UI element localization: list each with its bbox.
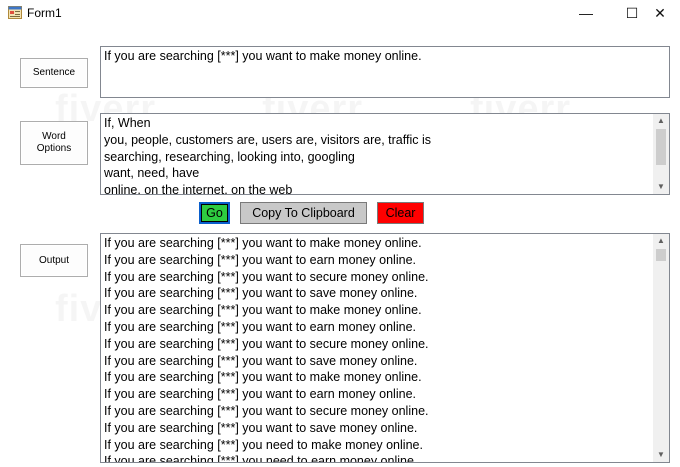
form-client-area: fiverr. fiverr. fiverr. fiverr. fiverr. … xyxy=(0,26,680,467)
go-button[interactable]: Go xyxy=(199,202,230,224)
word-option-line: searching, researching, looking into, go… xyxy=(104,149,355,164)
output-line: If you are searching [***] you want to s… xyxy=(104,353,418,368)
output-line: If you are searching [***] you want to e… xyxy=(104,252,416,267)
window-title: Form1 xyxy=(27,6,62,20)
word-options-label: Word Options xyxy=(36,131,72,154)
word-options-scrollbar[interactable]: ▲ ▼ xyxy=(653,114,669,194)
output-line: If you are searching [***] you want to e… xyxy=(104,319,416,334)
output-line: If you are searching [***] you want to s… xyxy=(104,269,429,284)
output-line: If you are searching [***] you need to m… xyxy=(104,437,423,452)
output-list: If you are searching [***] you want to m… xyxy=(101,234,669,463)
sentence-button[interactable]: Sentence xyxy=(20,58,88,88)
output-line: If you are searching [***] you want to s… xyxy=(104,286,418,301)
output-line: If you are searching [***] you want to s… xyxy=(104,403,429,418)
output-line: If you are searching [***] you want to m… xyxy=(104,236,422,250)
minimize-button[interactable]: — xyxy=(563,0,609,26)
word-options-list: If, When you, people, customers are, user… xyxy=(101,114,669,195)
output-line: If you are searching [***] you want to s… xyxy=(104,420,418,435)
scrollbar-thumb[interactable] xyxy=(656,249,666,261)
output-line: If you are searching [***] you want to m… xyxy=(104,370,422,385)
scroll-up-arrow-icon[interactable]: ▲ xyxy=(653,114,669,128)
close-button[interactable]: ✕ xyxy=(640,0,680,26)
output-line: If you are searching [***] you need to e… xyxy=(104,454,418,463)
output-scrollbar[interactable]: ▲ ▼ xyxy=(653,234,669,462)
word-options-button[interactable]: Word Options xyxy=(20,121,88,165)
word-option-line: online, on the internet, on the web xyxy=(104,183,293,195)
sentence-text: If you are searching [***] you want to m… xyxy=(104,49,422,63)
output-textbox[interactable]: If you are searching [***] you want to m… xyxy=(100,233,670,463)
word-options-textbox[interactable]: If, When you, people, customers are, user… xyxy=(100,113,670,195)
form-app-icon xyxy=(8,6,22,19)
output-line: If you are searching [***] you want to e… xyxy=(104,387,416,402)
word-option-line: you, people, customers are, users are, v… xyxy=(104,132,431,147)
output-button[interactable]: Output xyxy=(20,244,88,277)
scroll-up-arrow-icon[interactable]: ▲ xyxy=(653,234,669,248)
title-bar[interactable]: Form1 — ☐ ✕ xyxy=(0,0,680,26)
scrollbar-thumb[interactable] xyxy=(656,129,666,165)
word-option-line: If, When xyxy=(104,116,151,130)
output-line: If you are searching [***] you want to s… xyxy=(104,336,429,351)
scroll-down-arrow-icon[interactable]: ▼ xyxy=(653,180,669,194)
clear-button[interactable]: Clear xyxy=(377,202,424,224)
sentence-textbox[interactable]: If you are searching [***] you want to m… xyxy=(100,46,670,98)
word-option-line: want, need, have xyxy=(104,166,200,181)
scroll-down-arrow-icon[interactable]: ▼ xyxy=(653,448,669,462)
copy-to-clipboard-button[interactable]: Copy To Clipboard xyxy=(240,202,367,224)
output-line: If you are searching [***] you want to m… xyxy=(104,303,422,318)
